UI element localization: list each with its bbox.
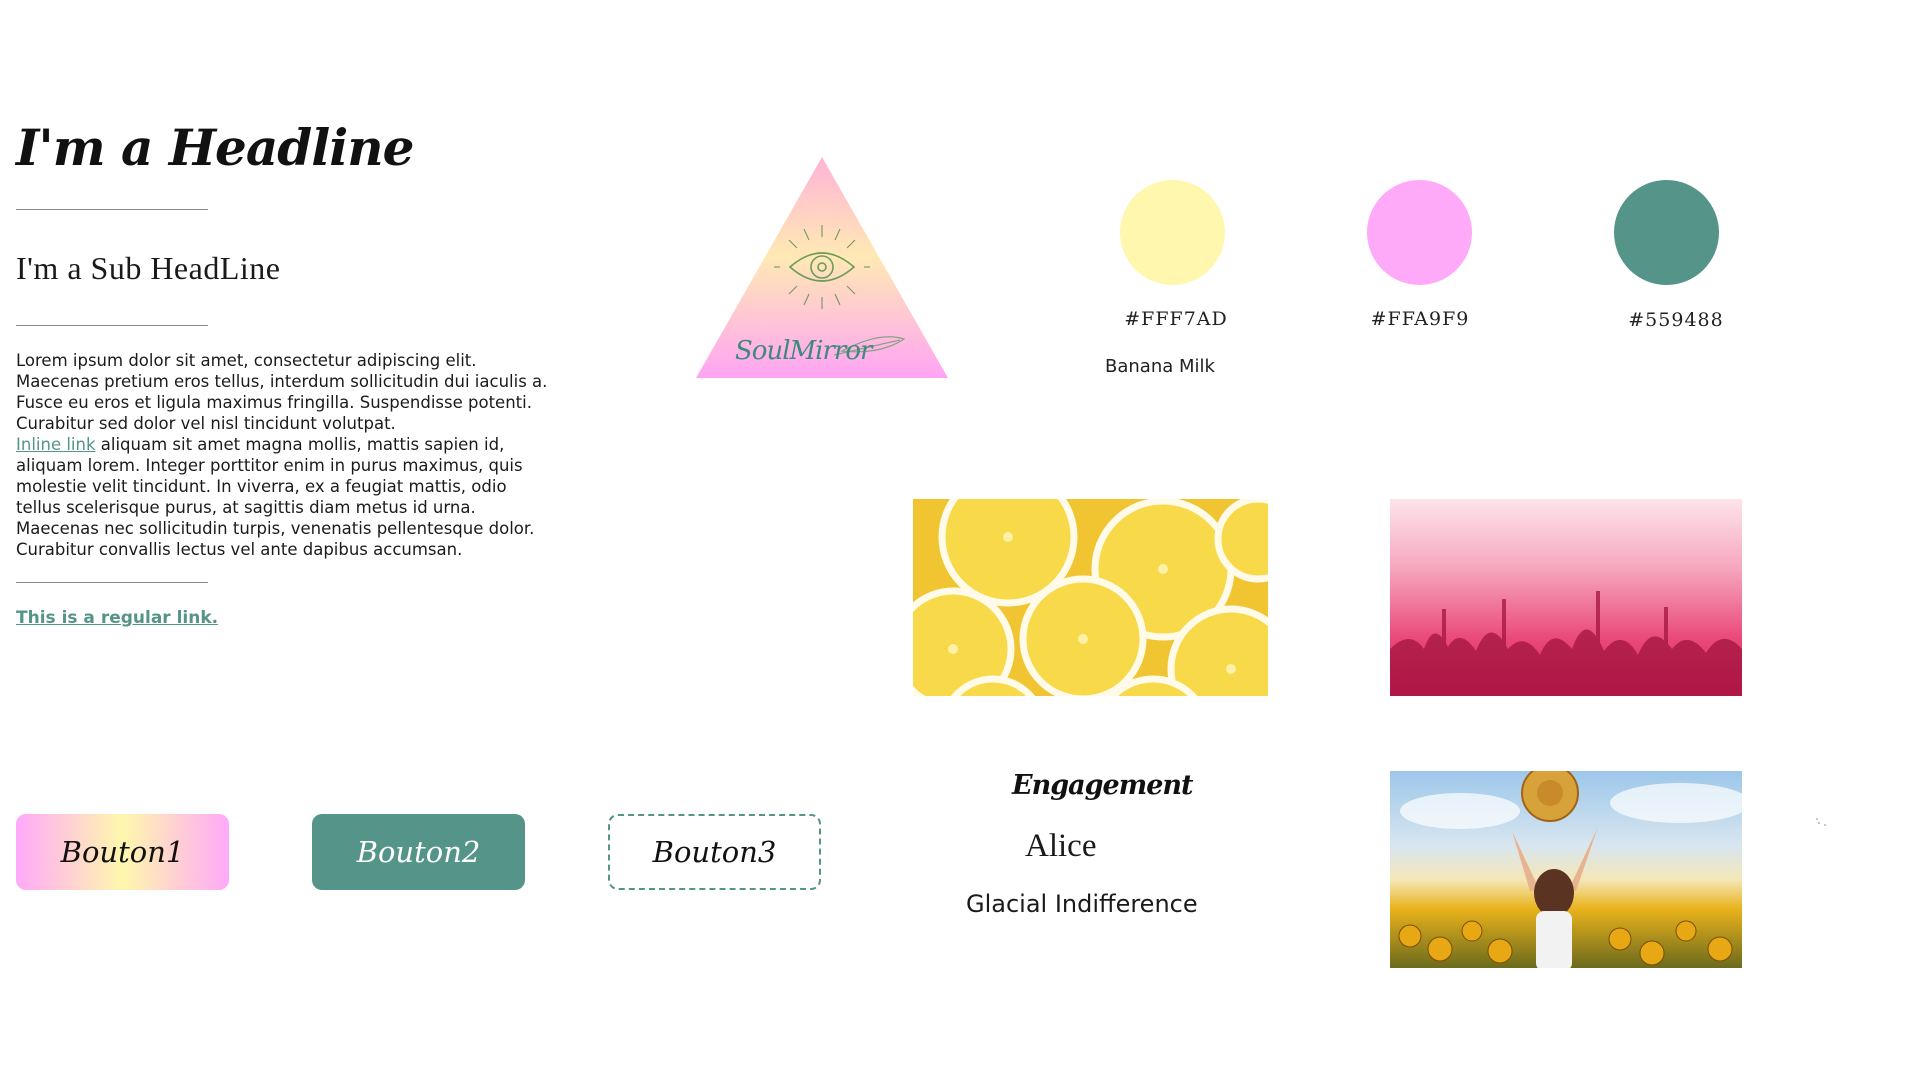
crowd-silhouette — [1390, 591, 1742, 696]
font-sample-sans: Glacial Indifference — [966, 890, 1198, 918]
logo-wordmark: SoulMirror — [735, 336, 872, 366]
bouton2-button[interactable]: Bouton2 — [312, 814, 525, 890]
body-paragraph: Lorem ipsum dolor sit amet, consectetur … — [16, 350, 551, 560]
pink-festival-crowd-photo — [1390, 499, 1742, 696]
regular-link[interactable]: This is a regular link. — [16, 608, 218, 628]
swatch-color-name: Banana Milk — [1105, 356, 1215, 377]
sun-hat — [1521, 771, 1579, 822]
woman-figure — [1512, 827, 1598, 968]
headline: I'm a Headline — [16, 118, 414, 177]
paragraph-text: Lorem ipsum dolor sit amet, consectetur … — [16, 351, 548, 433]
font-sample-script: Engagement — [1012, 770, 1193, 801]
subheadline: I'm a Sub HeadLine — [16, 250, 281, 286]
swatch-teal — [1614, 180, 1719, 285]
inline-link[interactable]: Inline link — [16, 435, 96, 454]
lemon-slices-image — [913, 499, 1268, 696]
sunflower-field-image — [1398, 771, 1742, 968]
divider — [16, 325, 208, 326]
swatch-hex-label: #FFA9F9 — [1370, 308, 1470, 330]
swatch-yellow — [1120, 180, 1225, 285]
lemon-slices-photo — [913, 499, 1268, 696]
bouton3-button[interactable]: Bouton3 — [608, 814, 821, 890]
divider — [16, 582, 208, 583]
sunflower-field-photo — [1390, 771, 1742, 968]
divider — [16, 209, 208, 210]
font-sample-serif: Alice — [1025, 828, 1097, 864]
swatch-hex-label: #559488 — [1628, 309, 1724, 331]
swatch-pink — [1367, 180, 1472, 285]
swatch-hex-label: #FFF7AD — [1124, 308, 1228, 330]
decorative-specks — [1816, 818, 1826, 826]
bouton1-button[interactable]: Bouton1 — [16, 814, 229, 890]
